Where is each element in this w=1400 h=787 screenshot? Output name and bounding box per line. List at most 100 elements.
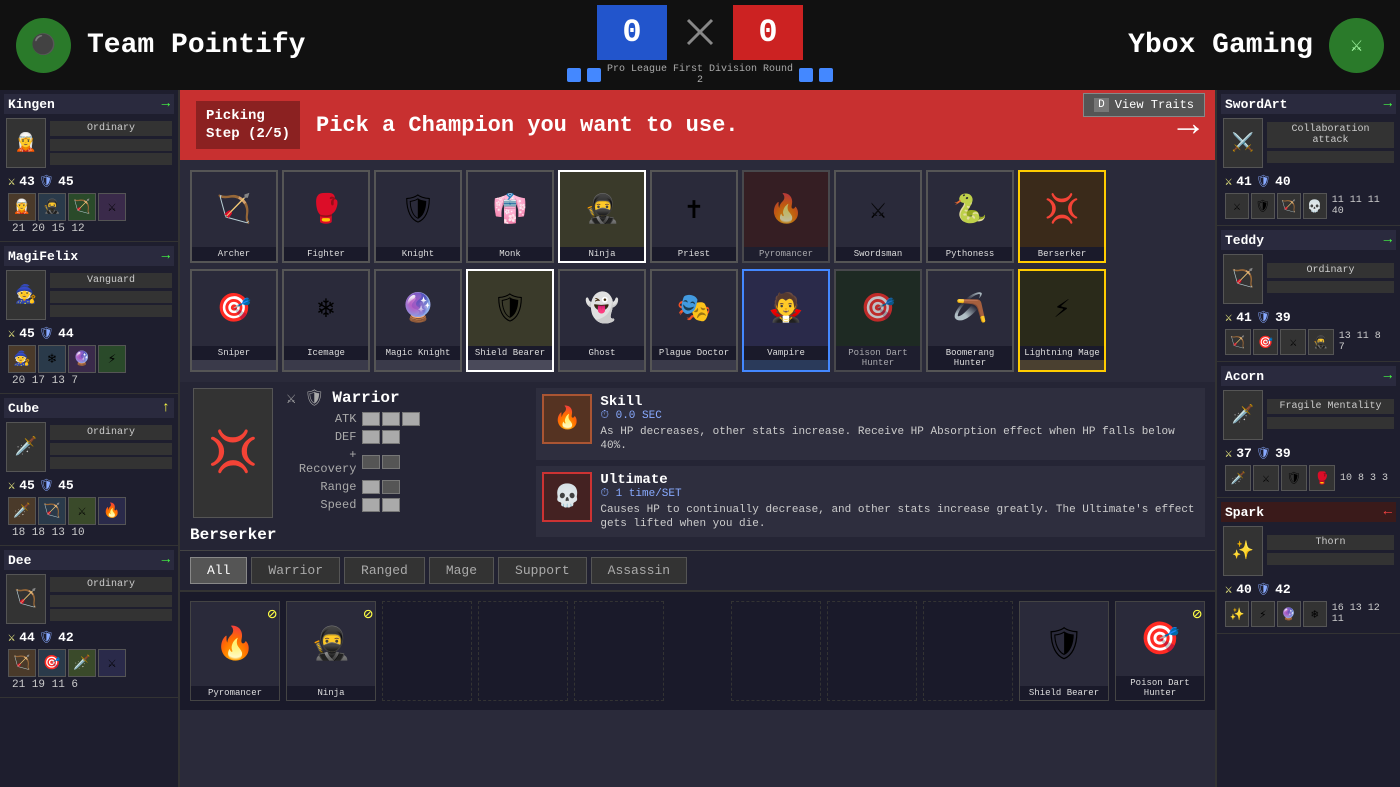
- shield-bearer-pick-sprite: 🛡: [1020, 602, 1108, 686]
- filter-mage[interactable]: Mage: [429, 557, 494, 584]
- atk-acorn: 37: [1236, 446, 1252, 461]
- top-bar: ⚫ Team Pointify 0 0 Pro L: [0, 0, 1400, 90]
- skill-timing: ⏱ 0.0 SEC: [600, 410, 1199, 422]
- knight-name: Knight: [376, 247, 460, 261]
- champion-poison-dart[interactable]: × 🎯 Poison Dart Hunter: [834, 269, 922, 372]
- champion-row-2: 🎯 Sniper ❄ Icemage 🔮 Magic Knight × 🛡 Sh…: [190, 269, 1205, 372]
- def-bar: [362, 430, 400, 444]
- player-header-acorn: Acorn →: [1221, 366, 1396, 386]
- mc-t3: ⚔: [1280, 329, 1306, 355]
- team-left-name: Team Pointify: [87, 30, 305, 61]
- mc-t2: 🎯: [1253, 329, 1279, 355]
- champion-berserker[interactable]: 💢 Berserker: [1018, 170, 1106, 263]
- view-traits-button[interactable]: D View Traits: [1083, 93, 1205, 117]
- filter-ranged[interactable]: Ranged: [344, 557, 425, 584]
- mini-char-c4: 🔥: [98, 497, 126, 525]
- mini-char-d1: 🏹: [8, 649, 36, 677]
- player-name-dee: Dee: [8, 553, 31, 568]
- mini-char-k2: 🥷: [38, 193, 66, 221]
- champion-lightning-mage[interactable]: 1 ⚡ Lightning Mage: [1018, 269, 1106, 372]
- champion-pythoness[interactable]: 🐍 Pythoness: [926, 170, 1014, 263]
- ninja-sprite: 🥷: [560, 172, 644, 247]
- center-panel: Picking Step (2/5) Pick a Champion you w…: [180, 90, 1215, 787]
- dot-right-2: [819, 68, 833, 82]
- champion-priest[interactable]: ✝ Priest: [650, 170, 738, 263]
- ultimate-info: Ultimate ⏱ 1 time/SET Causes HP to conti…: [600, 472, 1199, 532]
- champion-monk[interactable]: 👘 Monk: [466, 170, 554, 263]
- pythoness-name: Pythoness: [928, 247, 1012, 261]
- sword-icon-dee: ⚔: [8, 630, 15, 645]
- arrow-magifelix: →: [162, 248, 170, 264]
- fighter-sprite: 🥊: [284, 172, 368, 247]
- sword-icon-teddy: ⚔: [1225, 310, 1232, 325]
- pyromancer-sprite: 🔥: [744, 172, 828, 247]
- dot-left-2: [587, 68, 601, 82]
- shield-bearer-pick-name: Shield Bearer: [1020, 686, 1108, 700]
- boomerang-name: Boomerang Hunter: [928, 346, 1012, 370]
- mc-sa3: 🏹: [1277, 193, 1301, 219]
- speed-bar: [362, 498, 400, 512]
- plague-doctor-sprite: 🎭: [652, 271, 736, 346]
- champion-magic-knight[interactable]: 🔮 Magic Knight: [374, 269, 462, 372]
- league-text: Pro League First Division Round 2: [607, 64, 793, 86]
- filter-support[interactable]: Support: [498, 557, 587, 584]
- picking-step-box: Picking Step (2/5): [196, 101, 300, 149]
- champion-shield-bearer[interactable]: × 🛡 Shield Bearer: [466, 269, 554, 372]
- recovery-bar: [362, 455, 400, 469]
- poison-dart-name: Poison Dart Hunter: [836, 346, 920, 370]
- sword-icon-kingen: ⚔: [8, 174, 15, 189]
- champion-ghost[interactable]: 👻 Ghost: [558, 269, 646, 372]
- player-role-dee: Ordinary: [50, 577, 172, 592]
- champ-class: Warrior: [332, 389, 399, 407]
- champion-fighter[interactable]: 🥊 Fighter: [282, 170, 370, 263]
- player-role-spark: Thorn: [1267, 535, 1394, 550]
- filter-all[interactable]: All: [190, 557, 247, 584]
- ninja-pick-name: Ninja: [287, 686, 375, 700]
- monk-sprite: 👘: [468, 172, 552, 247]
- def-sa: 40: [1275, 174, 1291, 189]
- sniper-name: Sniper: [192, 346, 276, 360]
- filter-warrior[interactable]: Warrior: [251, 557, 340, 584]
- ultimate-desc: Causes HP to continually decrease, and o…: [600, 503, 1199, 532]
- sniper-sprite: 🎯: [192, 271, 276, 346]
- speed-label: Speed: [286, 498, 356, 512]
- mini-char-k4: ⚔: [98, 193, 126, 221]
- monk-name: Monk: [468, 247, 552, 261]
- champion-knight[interactable]: 🛡 Knight: [374, 170, 462, 263]
- shield-icon-acorn: 🛡: [1256, 446, 1271, 461]
- lightning-name: Lightning Mage: [1020, 346, 1104, 360]
- player-role-magifelix: Vanguard: [50, 273, 172, 288]
- ninja-pick-ban: ⊘: [363, 604, 373, 624]
- sword-icon-spark: ⚔: [1225, 582, 1232, 597]
- ultimate-timing: ⏱ 1 time/SET: [600, 488, 1199, 500]
- champ-stats-col: ⚔ 🛡 Warrior ATK DEF: [286, 388, 526, 544]
- champion-icemage[interactable]: ❄ Icemage: [282, 269, 370, 372]
- champion-plague-doctor[interactable]: 🎭 Plague Doctor: [650, 269, 738, 372]
- champion-vampire[interactable]: 1 🧛 Vampire: [742, 269, 830, 372]
- priest-name: Priest: [652, 247, 736, 261]
- mini-char-mf2: ❄: [38, 345, 66, 373]
- champion-archer[interactable]: 🏹 Archer: [190, 170, 278, 263]
- dot-right-1: [799, 68, 813, 82]
- player-header-magifelix: MagiFelix →: [4, 246, 174, 266]
- player-entry-dee: Dee → 🏹 Ordinary ⚔ 44 🛡 42 🏹 🎯 �: [0, 546, 178, 698]
- mini-char-d2: 🎯: [38, 649, 66, 677]
- vs-icon: [675, 7, 725, 57]
- lightning-sprite: ⚡: [1020, 271, 1104, 346]
- magic-knight-name: Magic Knight: [376, 346, 460, 360]
- filter-assassin[interactable]: Assassin: [591, 557, 687, 584]
- pyromancer-pick-sprite: 🔥: [191, 602, 279, 686]
- champion-swordsman[interactable]: ⚔ Swordsman: [834, 170, 922, 263]
- champion-sniper[interactable]: 🎯 Sniper: [190, 269, 278, 372]
- skill-icon: 🔥: [542, 394, 592, 444]
- mini-char-mf4: ⚡: [98, 345, 126, 373]
- champion-ninja[interactable]: × 🥷 Ninja: [558, 170, 646, 263]
- champion-boomerang[interactable]: 🪃 Boomerang Hunter: [926, 269, 1014, 372]
- boomerang-sprite: 🪃: [928, 271, 1012, 346]
- atk-kingen: 43: [19, 174, 35, 189]
- left-sidebar: Kingen → 🧝 Ordinary ⚔ 43 🛡 45 🧝 🥷: [0, 90, 180, 787]
- champion-pyromancer[interactable]: × 🔥 Pyromancer: [742, 170, 830, 263]
- pick-slot-empty-5: [827, 601, 917, 701]
- skill-name: Skill: [600, 394, 1199, 410]
- arrow-teddy: →: [1384, 232, 1392, 248]
